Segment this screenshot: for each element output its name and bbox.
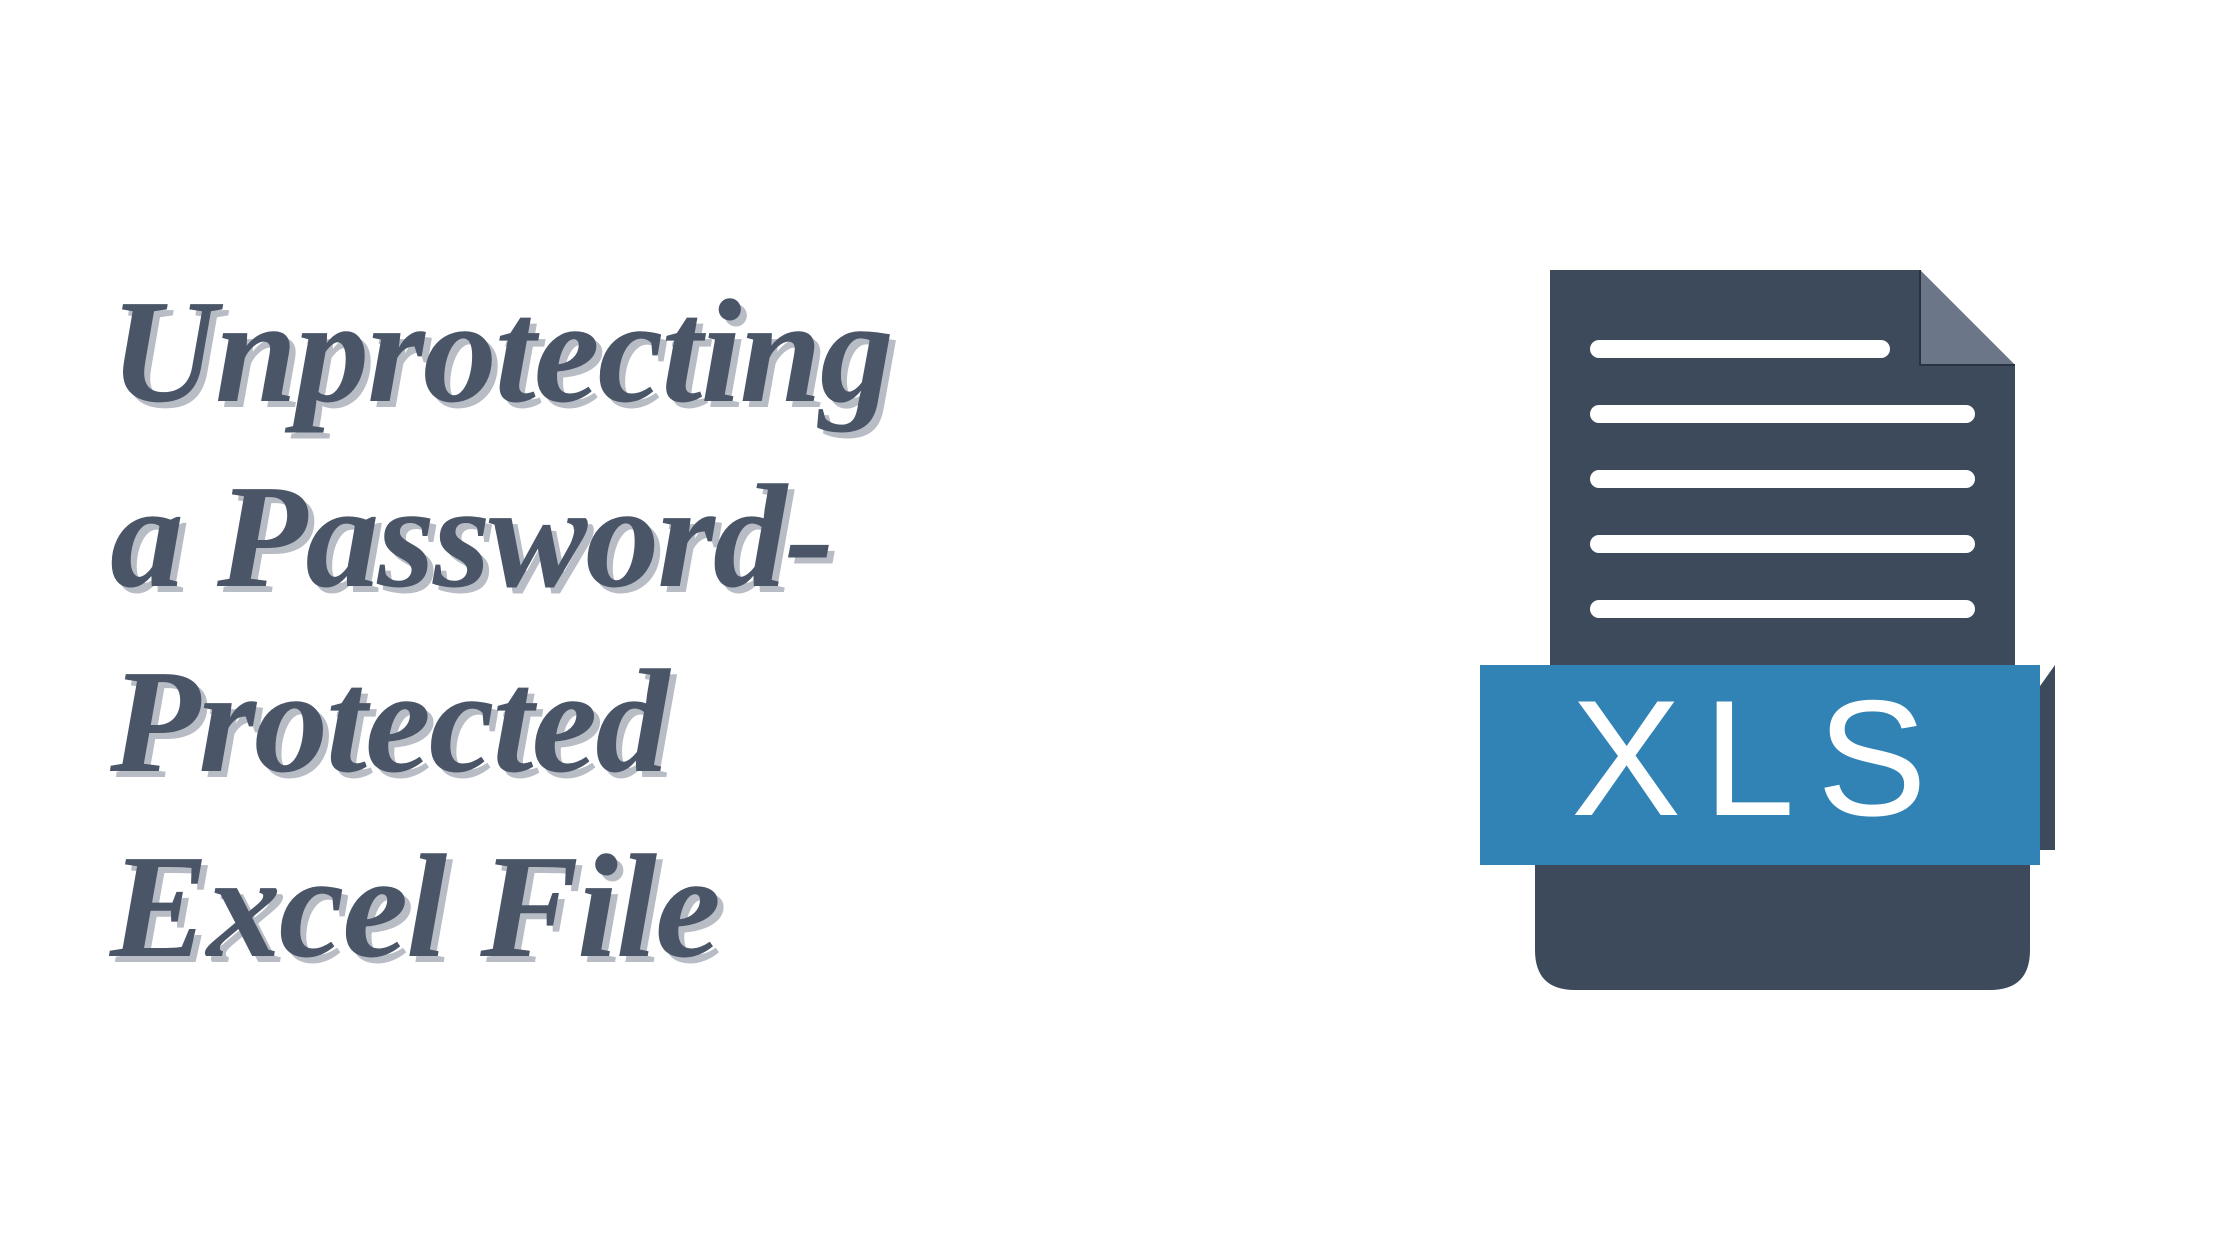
title-block: Unprotecting a Password- Protected Excel…	[110, 260, 892, 1000]
xls-file-icon: XLS	[1460, 270, 2060, 990]
title-line-3: Protected	[110, 630, 892, 815]
title-line-1: Unprotecting	[110, 260, 892, 445]
xls-label: XLS	[1571, 666, 1949, 850]
title-line-4: Excel File	[110, 815, 892, 1000]
title-line-2: a Password-	[110, 445, 892, 630]
